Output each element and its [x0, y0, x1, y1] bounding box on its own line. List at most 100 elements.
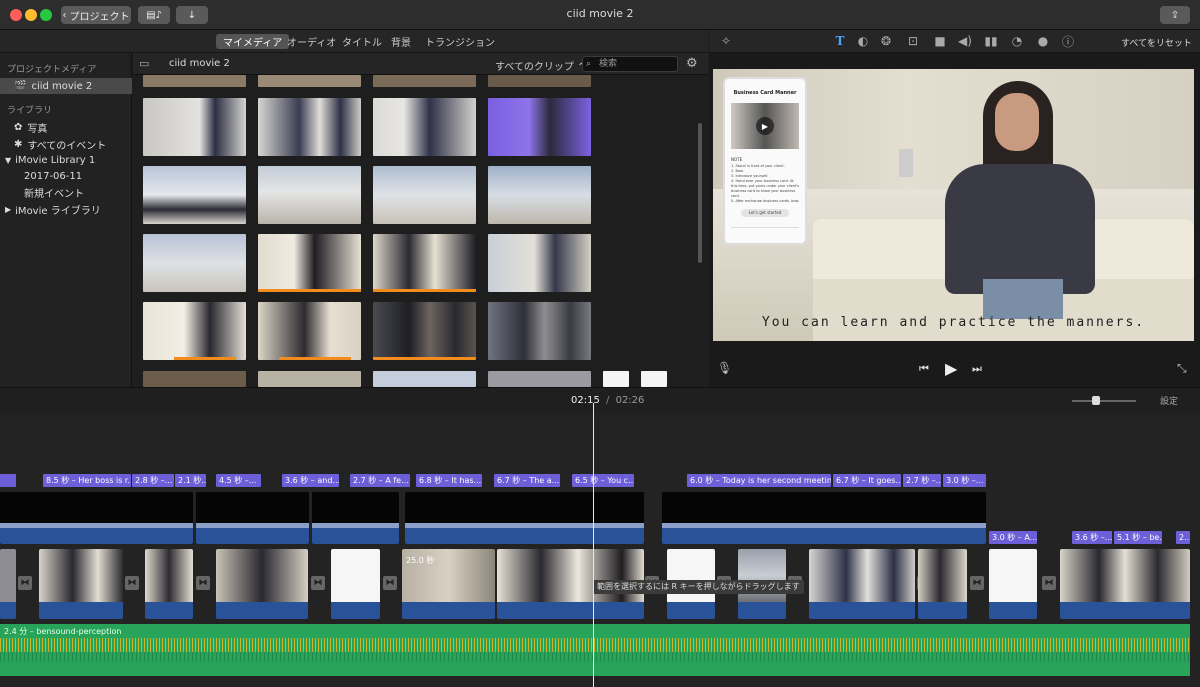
media-clip-thumbnail[interactable] — [488, 98, 591, 156]
title-clip-label[interactable]: 3.0 秒 – A... — [989, 531, 1037, 544]
clip-filter-dropdown[interactable]: すべてのクリップ ⌃ — [495, 58, 585, 73]
media-clip-thumbnail[interactable] — [258, 98, 361, 156]
crop-icon[interactable]: ⊡ — [905, 33, 921, 49]
media-clip-thumbnail[interactable] — [143, 98, 246, 156]
transition-icon[interactable]: ⧓ — [196, 576, 210, 590]
media-clip-thumbnail[interactable] — [373, 234, 476, 292]
sidebar-item-library-1[interactable]: ▼ iMovie Library 1 — [0, 152, 132, 168]
primary-clip[interactable] — [331, 549, 380, 619]
play-button[interactable]: ▶ — [945, 359, 957, 378]
title-text-icon[interactable]: T — [832, 33, 848, 49]
skip-back-icon[interactable]: ⏮ — [919, 362, 929, 376]
title-clip-label[interactable] — [0, 474, 16, 487]
magic-wand-icon[interactable]: ✧ — [718, 33, 734, 49]
sidebar-toggle-icon[interactable]: ▭ — [139, 57, 149, 70]
overlay-clip[interactable] — [312, 492, 399, 544]
transition-icon[interactable]: ⧓ — [311, 576, 325, 590]
playhead[interactable] — [593, 403, 594, 687]
title-clip-label[interactable]: 6.5 秒 – You c... — [572, 474, 634, 487]
background-music-track[interactable]: 2.4 分 – bensound-perception — [0, 624, 1190, 676]
title-clip-label[interactable]: 8.5 秒 – Her boss is r... — [43, 474, 131, 487]
share-button[interactable]: ⇪ — [1160, 6, 1190, 24]
browser-scrollbar[interactable] — [698, 123, 702, 263]
media-clip-thumbnail[interactable] — [373, 98, 476, 156]
primary-clip[interactable] — [989, 549, 1037, 619]
media-clip-thumbnail[interactable] — [373, 371, 476, 387]
zoom-window-button[interactable] — [40, 9, 52, 21]
sidebar-item-all-events[interactable]: ✱ すべてのイベント — [0, 136, 132, 152]
primary-clip[interactable] — [39, 549, 123, 619]
title-clip-label[interactable]: 2... — [1176, 531, 1190, 544]
title-clip-label[interactable]: 6.8 秒 – It has... — [416, 474, 482, 487]
gear-icon[interactable]: ⚙ — [686, 56, 698, 71]
sidebar-item-library-2[interactable]: ▶ iMovie ライブラリ — [0, 201, 132, 217]
primary-clip[interactable] — [0, 549, 16, 619]
overlay-clip[interactable] — [196, 492, 309, 544]
overlay-clip[interactable] — [405, 492, 644, 544]
title-clip-label[interactable]: 3.6 秒 –... — [1072, 531, 1112, 544]
overlay-clip[interactable] — [0, 492, 193, 544]
skip-forward-icon[interactable]: ⏭ — [972, 362, 982, 376]
import-button[interactable]: ↓ — [176, 6, 208, 24]
tab-audio[interactable]: オーディオ — [280, 34, 343, 49]
media-clip-thumbnail[interactable] — [603, 371, 629, 387]
media-clip-thumbnail[interactable] — [488, 234, 591, 292]
overlay-clip[interactable] — [662, 492, 986, 544]
equalizer-icon[interactable]: ▮▮ — [983, 33, 999, 49]
primary-clip[interactable] — [809, 549, 915, 619]
tab-backgrounds[interactable]: 背景 — [384, 34, 418, 49]
media-clip-thumbnail[interactable] — [258, 371, 361, 387]
search-input[interactable]: ⌕ 検索 — [582, 56, 678, 72]
media-clip-thumbnail[interactable] — [258, 302, 361, 360]
title-clip-label[interactable]: 2.7 秒 –... — [903, 474, 941, 487]
timeline-settings-button[interactable]: 設定 — [1160, 394, 1178, 407]
sidebar-item-project[interactable]: 🎬 ciid movie 2 — [0, 78, 132, 94]
media-clip-thumbnail[interactable] — [488, 302, 591, 360]
media-library-toggle-button[interactable]: ▤♪ — [138, 6, 170, 24]
stabilization-camera-icon[interactable]: ■ — [932, 33, 948, 49]
media-clip-thumbnail[interactable] — [143, 371, 246, 387]
title-clip-label[interactable]: 5.1 秒 – be... — [1114, 531, 1162, 544]
media-clip-thumbnail[interactable] — [373, 302, 476, 360]
fullscreen-icon[interactable]: ⤡ — [1177, 361, 1187, 376]
info-icon[interactable]: ⓘ — [1060, 33, 1076, 49]
media-clip-thumbnail[interactable] — [143, 166, 246, 224]
reset-all-button[interactable]: すべてをリセット — [1121, 36, 1192, 49]
media-clip-thumbnail[interactable] — [258, 75, 361, 87]
media-clip-thumbnail[interactable] — [258, 234, 361, 292]
title-clip-label[interactable]: 2.7 秒 – A fe... — [350, 474, 410, 487]
zoom-slider[interactable] — [1072, 396, 1136, 405]
primary-clip[interactable]: 25.0 秒 — [402, 549, 495, 619]
transition-icon[interactable]: ⧓ — [125, 576, 139, 590]
zoom-slider-knob[interactable] — [1092, 396, 1100, 405]
transition-icon[interactable]: ⧓ — [1042, 576, 1056, 590]
media-clip-thumbnail[interactable] — [373, 166, 476, 224]
media-clip-thumbnail[interactable] — [488, 75, 591, 87]
media-clip-thumbnail[interactable] — [373, 75, 476, 87]
title-clip-label[interactable]: 6.0 秒 – Today is her second meeting... — [687, 474, 831, 487]
primary-clip[interactable] — [145, 549, 193, 619]
title-clip-label[interactable]: 4.5 秒 –... — [216, 474, 261, 487]
back-to-projects-button[interactable]: ‹ プロジェクト — [61, 6, 131, 24]
sidebar-item-photos[interactable]: ✿ 写真 — [0, 119, 132, 135]
title-clip-label[interactable]: 2.8 秒 –... — [132, 474, 174, 487]
minimize-window-button[interactable] — [25, 9, 37, 21]
title-clip-label[interactable]: 3.0 秒 –... — [943, 474, 986, 487]
tab-my-media[interactable]: マイメディア — [216, 34, 290, 49]
title-clip-label[interactable]: 6.7 秒 – It goes... — [833, 474, 901, 487]
speed-gauge-icon[interactable]: ◔ — [1009, 33, 1025, 49]
sidebar-item-event-date[interactable]: 2017-06-11 — [0, 168, 132, 184]
microphone-icon[interactable]: 🎙 — [717, 361, 732, 375]
media-clip-thumbnail[interactable] — [143, 302, 246, 360]
primary-clip[interactable] — [918, 549, 967, 619]
media-clip-thumbnail[interactable] — [143, 75, 246, 87]
title-clip-label[interactable]: 3.6 秒 – and... — [282, 474, 339, 487]
media-clip-thumbnail[interactable] — [488, 371, 591, 387]
title-clip-label[interactable]: 2.1 秒... — [175, 474, 206, 487]
color-balance-icon[interactable]: ◐ — [855, 33, 871, 49]
transition-icon[interactable]: ⧓ — [383, 576, 397, 590]
tab-titles[interactable]: タイトル — [335, 34, 389, 49]
transition-icon[interactable]: ⧓ — [970, 576, 984, 590]
media-clip-thumbnail[interactable] — [488, 166, 591, 224]
close-window-button[interactable] — [10, 9, 22, 21]
